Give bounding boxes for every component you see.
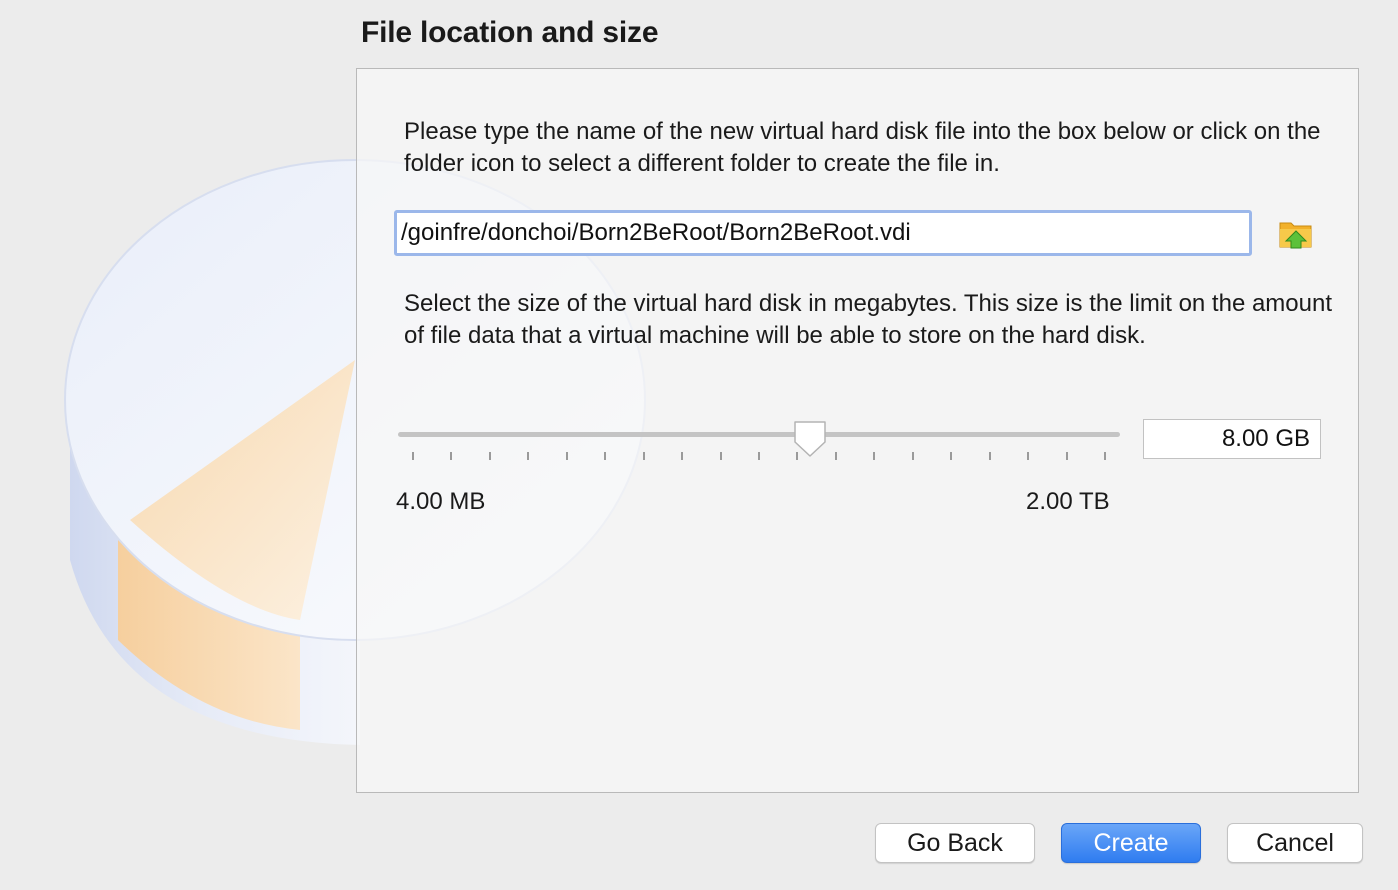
disk-size-slider[interactable] — [396, 420, 1122, 470]
slider-tick — [1027, 452, 1030, 460]
slider-tick — [911, 452, 914, 460]
go-back-button[interactable]: Go Back — [875, 823, 1035, 863]
slider-tick — [1065, 452, 1068, 460]
slider-tick — [873, 452, 876, 460]
slider-tick — [950, 452, 953, 460]
slider-thumb[interactable] — [792, 420, 828, 458]
slider-tick — [642, 452, 645, 460]
slider-ticks — [396, 452, 1122, 462]
create-button[interactable]: Create — [1061, 823, 1201, 863]
slider-tick — [988, 452, 991, 460]
slider-tick — [758, 452, 760, 460]
slider-tick — [604, 452, 607, 460]
slider-tick — [681, 452, 684, 460]
slider-tick — [565, 452, 568, 460]
file-path-input[interactable] — [394, 210, 1252, 256]
slider-track[interactable] — [398, 432, 1120, 437]
page-title: File location and size — [361, 16, 659, 49]
size-instructions: Select the size of the virtual hard disk… — [404, 290, 1333, 349]
disk-size-field[interactable] — [1143, 419, 1321, 459]
folder-icon — [1279, 222, 1312, 249]
slider-tick — [412, 452, 414, 460]
create-virtual-hard-disk-dialog: File location and size Please type the n… — [0, 0, 1398, 890]
slider-max-label: 2.00 TB — [1026, 488, 1110, 515]
choose-folder-button[interactable] — [1278, 217, 1314, 251]
slider-tick — [488, 452, 491, 460]
slider-tick — [834, 452, 837, 460]
cancel-button[interactable]: Cancel — [1227, 823, 1363, 863]
slider-tick — [1104, 452, 1106, 460]
slider-tick — [450, 452, 453, 460]
slider-min-label: 4.00 MB — [396, 488, 486, 515]
location-instructions: Please type the name of the new virtual … — [404, 118, 1321, 177]
slider-tick — [719, 452, 722, 460]
slider-tick — [527, 452, 530, 460]
